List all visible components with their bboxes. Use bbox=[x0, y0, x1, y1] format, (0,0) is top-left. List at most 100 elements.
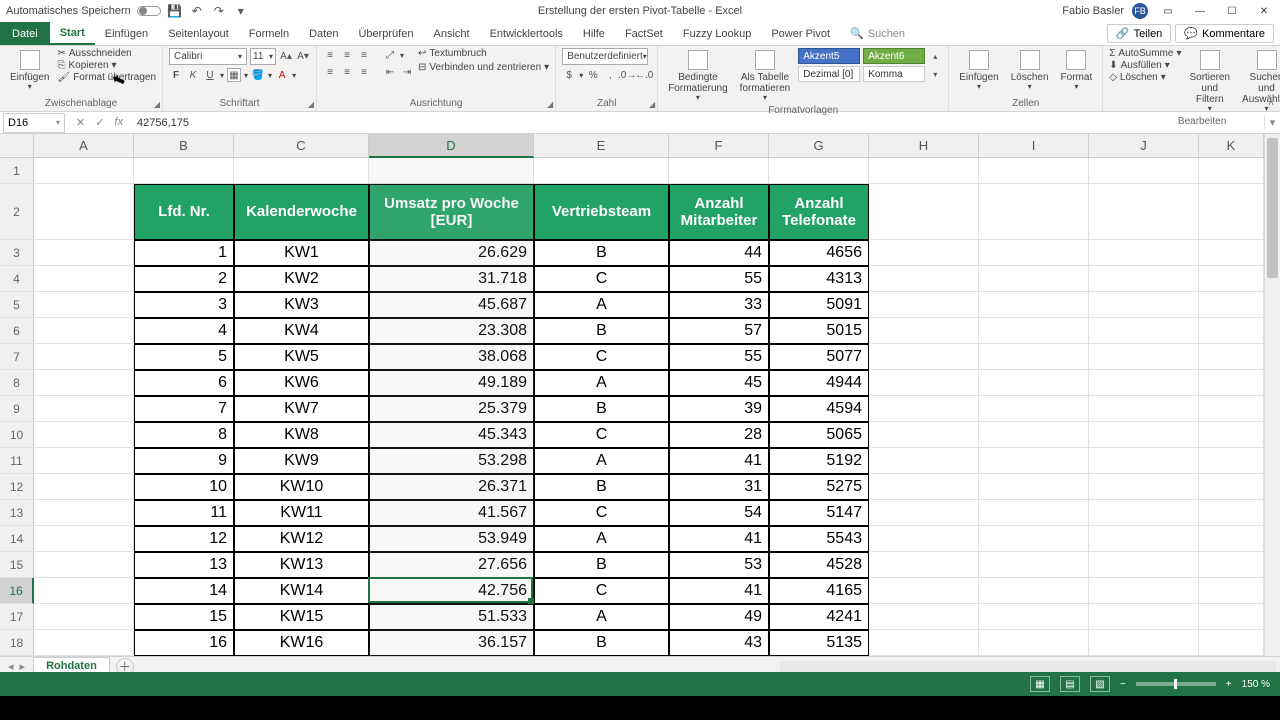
cell[interactable] bbox=[869, 370, 979, 396]
cell[interactable]: 53.949 bbox=[369, 526, 534, 552]
cell[interactable] bbox=[34, 474, 134, 500]
format-as-table-button[interactable]: Als Tabelle formatieren▾ bbox=[736, 48, 795, 105]
wrap-text-button[interactable]: ↩ Textumbruch bbox=[418, 48, 549, 59]
cell[interactable]: 5065 bbox=[769, 422, 869, 448]
align-right-icon[interactable]: ≡ bbox=[357, 65, 371, 79]
borders-button[interactable]: ▦ bbox=[227, 68, 241, 82]
tab-power pivot[interactable]: Power Pivot bbox=[761, 22, 840, 45]
minimize-icon[interactable]: — bbox=[1188, 3, 1212, 19]
cell[interactable]: 4313 bbox=[769, 266, 869, 292]
cell[interactable]: 1 bbox=[134, 240, 234, 266]
cell[interactable] bbox=[979, 604, 1089, 630]
cell[interactable] bbox=[1089, 526, 1199, 552]
row-header-8[interactable]: 8 bbox=[0, 370, 34, 396]
shrink-font-icon[interactable]: A▾ bbox=[296, 50, 310, 64]
collapse-ribbon-icon[interactable]: ˄ bbox=[1268, 98, 1274, 109]
cut-button[interactable]: ✂ Ausschneiden bbox=[57, 48, 156, 59]
autosum-button[interactable]: Σ AutoSumme ▾ bbox=[1109, 48, 1181, 59]
cell[interactable]: 5015 bbox=[769, 318, 869, 344]
align-middle-icon[interactable]: ≡ bbox=[340, 48, 354, 62]
tab-einfügen[interactable]: Einfügen bbox=[95, 22, 158, 45]
row-header-16[interactable]: 16 bbox=[0, 578, 34, 604]
row-header-7[interactable]: 7 bbox=[0, 344, 34, 370]
cell[interactable]: 6 bbox=[134, 370, 234, 396]
clipboard-launcher-icon[interactable]: ◢ bbox=[154, 100, 160, 109]
page-layout-view-icon[interactable]: ▤ bbox=[1060, 676, 1080, 692]
cell[interactable]: 39 bbox=[669, 396, 769, 422]
cell[interactable]: 45 bbox=[669, 370, 769, 396]
cell[interactable] bbox=[34, 292, 134, 318]
cell[interactable] bbox=[1089, 578, 1199, 604]
zoom-slider[interactable] bbox=[1136, 682, 1216, 686]
cell[interactable]: 49.189 bbox=[369, 370, 534, 396]
cell[interactable]: 53 bbox=[669, 552, 769, 578]
tab-ansicht[interactable]: Ansicht bbox=[423, 22, 479, 45]
cell[interactable]: KW8 bbox=[234, 422, 369, 448]
tab-start[interactable]: Start bbox=[50, 22, 95, 45]
cell[interactable]: A bbox=[534, 448, 669, 474]
styles-scroll-up-icon[interactable]: ▴ bbox=[928, 49, 942, 63]
cell[interactable] bbox=[869, 344, 979, 370]
cell-style-komma[interactable]: Komma bbox=[863, 66, 925, 82]
cell[interactable] bbox=[1199, 370, 1264, 396]
ribbon-options-icon[interactable]: ▭ bbox=[1156, 3, 1180, 19]
tab-fuzzy lookup[interactable]: Fuzzy Lookup bbox=[673, 22, 761, 45]
cell[interactable]: B bbox=[534, 630, 669, 656]
cell[interactable] bbox=[1089, 292, 1199, 318]
cell[interactable] bbox=[1199, 422, 1264, 448]
cell[interactable]: 3 bbox=[134, 292, 234, 318]
column-header-D[interactable]: D bbox=[369, 134, 534, 158]
cell[interactable] bbox=[1199, 158, 1264, 184]
tab-formeln[interactable]: Formeln bbox=[239, 22, 299, 45]
cell[interactable]: 11 bbox=[134, 500, 234, 526]
cell[interactable]: 4594 bbox=[769, 396, 869, 422]
cell[interactable]: 41 bbox=[669, 526, 769, 552]
font-color-button[interactable]: A bbox=[275, 68, 289, 82]
tab-hilfe[interactable]: Hilfe bbox=[573, 22, 615, 45]
zoom-in-icon[interactable]: + bbox=[1226, 679, 1232, 690]
cell[interactable]: C bbox=[534, 500, 669, 526]
indent-increase-icon[interactable]: ⇥ bbox=[400, 65, 414, 79]
cell[interactable] bbox=[669, 158, 769, 184]
cell[interactable]: C bbox=[534, 578, 669, 604]
cell[interactable]: 36.157 bbox=[369, 630, 534, 656]
user-avatar[interactable]: FB bbox=[1132, 3, 1148, 19]
cell[interactable]: 45.687 bbox=[369, 292, 534, 318]
cell[interactable]: KW3 bbox=[234, 292, 369, 318]
cell[interactable] bbox=[1199, 500, 1264, 526]
row-header-2[interactable]: 2 bbox=[0, 184, 34, 240]
cell[interactable] bbox=[1089, 396, 1199, 422]
cell[interactable] bbox=[34, 266, 134, 292]
cell[interactable]: 9 bbox=[134, 448, 234, 474]
cell[interactable] bbox=[869, 266, 979, 292]
cell[interactable] bbox=[869, 578, 979, 604]
tab-seitenlayout[interactable]: Seitenlayout bbox=[158, 22, 239, 45]
column-header-H[interactable]: H bbox=[869, 134, 979, 158]
cell[interactable] bbox=[979, 158, 1089, 184]
cell[interactable]: Lfd. Nr. bbox=[134, 184, 234, 240]
close-icon[interactable]: ✕ bbox=[1252, 3, 1276, 19]
cell[interactable]: 8 bbox=[134, 422, 234, 448]
cell[interactable]: 4656 bbox=[769, 240, 869, 266]
cell[interactable] bbox=[34, 184, 134, 240]
cell[interactable]: A bbox=[534, 370, 669, 396]
cell[interactable] bbox=[979, 552, 1089, 578]
cell[interactable]: 2 bbox=[134, 266, 234, 292]
column-header-F[interactable]: F bbox=[669, 134, 769, 158]
page-break-view-icon[interactable]: ▧ bbox=[1090, 676, 1110, 692]
cell[interactable]: 41 bbox=[669, 578, 769, 604]
sort-filter-button[interactable]: Sortieren und Filtern▾ bbox=[1185, 48, 1234, 116]
cell[interactable]: 13 bbox=[134, 552, 234, 578]
format-painter-button[interactable]: 🖌 Format übertragen bbox=[57, 72, 156, 83]
cell[interactable] bbox=[1089, 474, 1199, 500]
cell[interactable] bbox=[34, 630, 134, 656]
cell[interactable] bbox=[34, 500, 134, 526]
font-name-select[interactable]: Calibri▾ bbox=[169, 48, 247, 65]
cell[interactable]: 15 bbox=[134, 604, 234, 630]
cell[interactable]: 42.756 bbox=[369, 578, 534, 604]
cell[interactable]: B bbox=[534, 396, 669, 422]
row-header-6[interactable]: 6 bbox=[0, 318, 34, 344]
cell[interactable] bbox=[1089, 158, 1199, 184]
column-header-C[interactable]: C bbox=[234, 134, 369, 158]
row-header-15[interactable]: 15 bbox=[0, 552, 34, 578]
